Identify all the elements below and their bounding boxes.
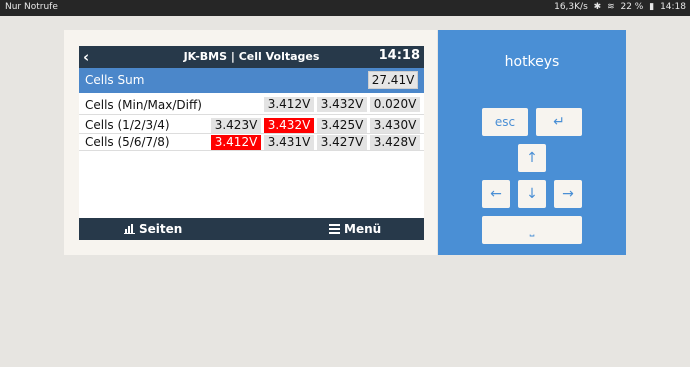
cells-sum-value: 27.41V <box>368 71 418 89</box>
enter-key[interactable]: ↵ <box>536 108 582 136</box>
cell-8-voltage: 3.428V <box>370 135 420 150</box>
battery-percent: 22 % <box>620 2 644 12</box>
row-label: Cells (5/6/7/8) <box>85 135 170 149</box>
header-clock: 14:18 <box>378 48 420 63</box>
net-speed: 16,3K/s <box>554 2 588 12</box>
page-title: JK-BMS | Cell Voltages <box>183 50 320 63</box>
menu-button[interactable]: Menü <box>329 218 381 240</box>
status-icons: 16,3K/s ✱ ≋ 22 % ▮ 14:18 <box>551 2 686 12</box>
min-voltage: 3.412V <box>264 97 314 112</box>
cell-1-voltage: 3.423V <box>211 118 261 133</box>
menu-label: Menü <box>344 222 382 236</box>
gx-display-panel: ‹ JK-BMS | Cell Voltages 14:18 Cells Sum… <box>64 30 437 255</box>
cell-2-voltage: 3.432V <box>264 118 314 133</box>
pages-label: Seiten <box>139 222 183 236</box>
hamburger-icon <box>329 224 340 234</box>
esc-key[interactable]: esc <box>482 108 528 136</box>
right-arrow-key[interactable]: → <box>554 180 582 208</box>
carrier-text: Nur Notrufe <box>5 2 58 12</box>
pages-button[interactable]: Seiten <box>124 218 182 240</box>
cells-sum-label: Cells Sum <box>85 73 145 87</box>
wifi-icon: ≋ <box>607 2 615 12</box>
battery-icon: ▮ <box>649 2 655 12</box>
cell-7-voltage: 3.427V <box>317 135 367 150</box>
hotkeys-title: hotkeys <box>504 54 560 70</box>
cells-5-8-row[interactable]: Cells (5/6/7/8) 3.412V 3.431V 3.427V 3.4… <box>79 134 424 151</box>
bar-chart-icon <box>124 224 135 234</box>
cell-6-voltage: 3.431V <box>264 135 314 150</box>
row-label: Cells (Min/Max/Diff) <box>85 98 202 112</box>
cells-1-4-row[interactable]: Cells (1/2/3/4) 3.423V 3.432V 3.425V 3.4… <box>79 117 424 134</box>
row-label: Cells (1/2/3/4) <box>85 118 170 132</box>
diff-voltage: 0.020V <box>370 97 420 112</box>
left-arrow-key[interactable]: ← <box>482 180 510 208</box>
cells-min-max-diff-row[interactable]: Cells (Min/Max/Diff) 3.412V 3.432V 0.020… <box>79 95 424 115</box>
page-header: ‹ JK-BMS | Cell Voltages 14:18 <box>79 46 424 68</box>
down-arrow-key[interactable]: ↓ <box>518 180 546 208</box>
space-key[interactable]: ⎵ <box>482 216 582 244</box>
bluetooth-icon: ✱ <box>593 2 602 12</box>
cell-4-voltage: 3.430V <box>370 118 420 133</box>
android-status-bar: Nur Notrufe 16,3K/s ✱ ≋ 22 % ▮ 14:18 <box>0 0 690 16</box>
up-arrow-key[interactable]: ↑ <box>518 144 546 172</box>
cell-3-voltage: 3.425V <box>317 118 367 133</box>
page-footer: Seiten Menü <box>79 218 424 240</box>
cell-5-voltage: 3.412V <box>211 135 261 150</box>
status-time: 14:18 <box>660 2 686 12</box>
max-voltage: 3.432V <box>317 97 367 112</box>
hotkeys-panel: hotkeys esc ↵ ↑ ← ↓ → ⎵ <box>438 30 626 255</box>
cells-sum-row[interactable]: Cells Sum 27.41V <box>79 68 424 93</box>
gx-screen: ‹ JK-BMS | Cell Voltages 14:18 Cells Sum… <box>79 46 424 240</box>
